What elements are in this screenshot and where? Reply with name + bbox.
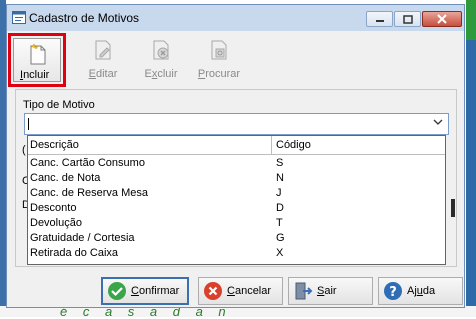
help-icon: ?: [384, 282, 402, 300]
tipo-motivo-label: Tipo de Motivo: [23, 99, 95, 111]
dropdown-header: Descrição Código: [28, 136, 445, 155]
edit-document-icon: [95, 40, 111, 60]
confirmar-button[interactable]: Confirmar: [101, 277, 189, 305]
tipo-motivo-combobox[interactable]: [24, 113, 449, 135]
new-document-icon: [30, 43, 46, 65]
tipo-motivo-dropdown-list[interactable]: Descrição Código Canc. Cartão Consumo S …: [27, 135, 446, 265]
list-item[interactable]: Retirada do Caixa X: [28, 246, 445, 261]
hidden-field-label-1: (: [22, 144, 26, 156]
procurar-button[interactable]: Procurar: [193, 36, 245, 84]
background-app-right: [466, 0, 476, 317]
minimize-button[interactable]: [366, 11, 393, 27]
cancel-icon: [204, 282, 222, 300]
delete-document-icon: [153, 40, 169, 60]
list-item[interactable]: Desconto D: [28, 201, 445, 216]
list-item[interactable]: Canc. de Nota N: [28, 171, 445, 186]
title-bar[interactable]: Cadastro de Motivos: [7, 5, 464, 31]
list-item[interactable]: Canc. Cartão Consumo S: [28, 156, 445, 171]
search-document-icon: [211, 40, 227, 60]
text-caret: [28, 118, 29, 130]
list-item[interactable]: Gratuidade / Cortesia G: [28, 231, 445, 246]
form-icon: [12, 11, 26, 24]
maximize-icon: [402, 14, 413, 24]
chevron-down-icon[interactable]: [433, 118, 443, 129]
hidden-field-edge: [451, 199, 455, 217]
close-icon: [437, 14, 447, 24]
check-icon: [108, 282, 126, 300]
dialog-window: Cadastro de Motivos Incluir Editar Exclu…: [6, 4, 465, 308]
minimize-icon: [375, 20, 384, 22]
column-header-descricao: Descrição: [30, 139, 79, 151]
column-header-codigo: Código: [276, 139, 311, 151]
close-button[interactable]: [422, 11, 462, 27]
svg-text:?: ?: [389, 285, 397, 300]
incluir-button[interactable]: Incluir: [8, 33, 66, 87]
editar-button[interactable]: Editar: [77, 36, 129, 84]
exit-door-icon: [295, 282, 313, 300]
excluir-button[interactable]: Excluir: [135, 36, 187, 84]
list-item[interactable]: Devolução T: [28, 216, 445, 231]
list-item[interactable]: Canc. de Reserva Mesa J: [28, 186, 445, 201]
cancelar-button[interactable]: Cancelar: [198, 277, 283, 305]
maximize-button[interactable]: [394, 11, 421, 27]
window-title: Cadastro de Motivos: [29, 11, 140, 25]
ajuda-button[interactable]: ? Ajuda: [378, 277, 463, 305]
sair-button[interactable]: Sair: [288, 277, 373, 305]
